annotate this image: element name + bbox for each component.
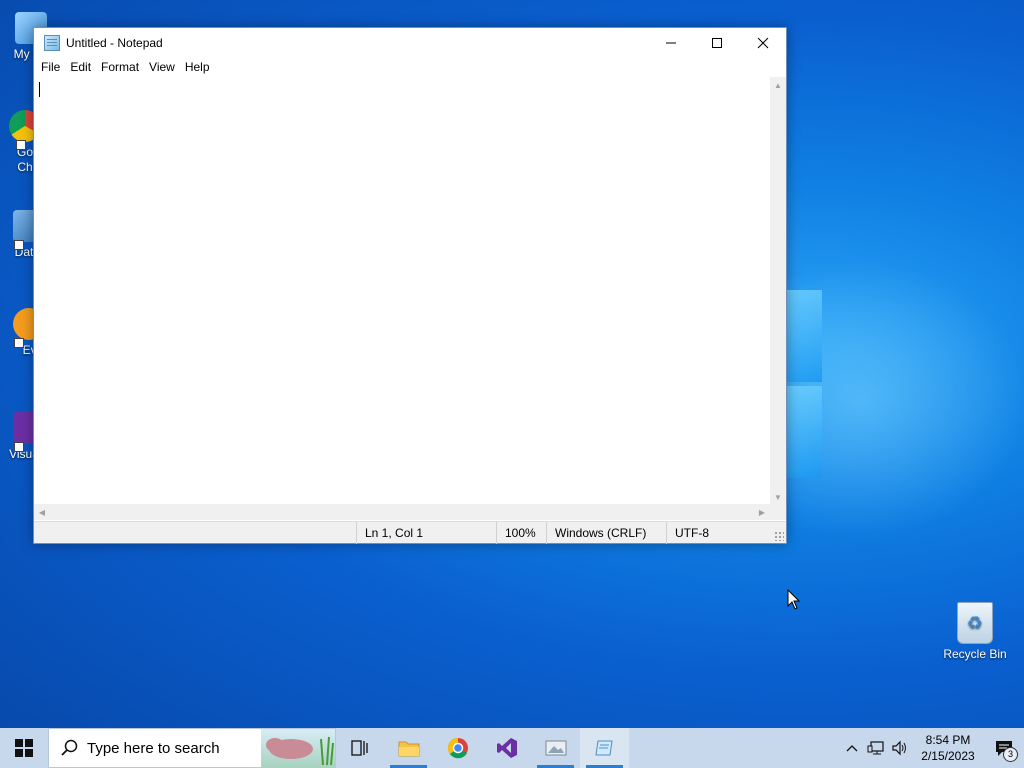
search-highlight-image	[261, 729, 335, 767]
show-hidden-icons-chevron-icon[interactable]	[840, 728, 864, 768]
start-button[interactable]	[0, 728, 48, 768]
resize-grip-icon[interactable]	[774, 531, 784, 541]
mouse-cursor-icon	[787, 589, 801, 610]
menu-edit[interactable]: Edit	[65, 57, 96, 77]
clock-date: 2/15/2023	[921, 749, 975, 763]
desktop-icon-label: Recycle Bin	[943, 647, 1007, 661]
search-placeholder: Type here to search	[87, 739, 220, 757]
close-button[interactable]	[740, 28, 786, 57]
maximize-icon	[712, 37, 722, 48]
clock-time: 8:54 PM	[925, 733, 971, 747]
windows-logo-pane	[786, 290, 822, 382]
scroll-left-icon[interactable]: ◀	[34, 504, 50, 520]
menu-view[interactable]: View	[144, 57, 180, 77]
desktop-icon-recycle-bin[interactable]: ♻ Recycle Bin	[940, 602, 1010, 661]
chrome-icon	[447, 738, 468, 759]
text-editor[interactable]	[34, 77, 770, 505]
taskbar-app-chrome[interactable]	[433, 728, 482, 768]
task-view-button[interactable]	[336, 728, 384, 768]
status-zoom: 100%	[496, 521, 546, 544]
taskbar-app-image-viewer[interactable]	[531, 728, 580, 768]
horizontal-scrollbar[interactable]: ◀ ▶	[34, 504, 770, 520]
notepad-window[interactable]: Untitled - Notepad File Edit Format View…	[33, 27, 787, 544]
editor-area: ▲ ▼ ◀ ▶	[34, 77, 786, 520]
scroll-up-icon[interactable]: ▲	[770, 77, 786, 93]
search-icon	[61, 739, 78, 756]
taskbar: Type here to search 8:54 PM 2/15/2023 3	[0, 728, 1024, 768]
taskbar-app-visual-studio[interactable]	[482, 728, 531, 768]
menu-help[interactable]: Help	[180, 57, 215, 77]
folder-icon	[398, 741, 419, 757]
scroll-down-icon[interactable]: ▼	[770, 489, 786, 505]
taskbar-clock[interactable]: 8:54 PM 2/15/2023	[912, 732, 984, 764]
shortcut-arrow-icon	[16, 140, 26, 150]
status-encoding: UTF-8	[666, 521, 784, 544]
status-position: Ln 1, Col 1	[356, 521, 496, 544]
windows-start-icon	[15, 739, 33, 757]
action-center-button[interactable]: 3	[984, 728, 1024, 768]
taskbar-search-box[interactable]: Type here to search	[48, 728, 336, 768]
menu-bar: File Edit Format View Help	[34, 57, 786, 77]
minimize-button[interactable]	[648, 28, 694, 57]
shortcut-arrow-icon	[14, 442, 24, 452]
windows-logo-pane	[786, 386, 822, 478]
image-viewer-icon	[545, 740, 566, 756]
taskbar-app-file-explorer[interactable]	[384, 728, 433, 768]
title-bar[interactable]: Untitled - Notepad	[34, 28, 786, 57]
status-bar: Ln 1, Col 1 100% Windows (CRLF) UTF-8	[34, 521, 786, 544]
network-monitor-icon	[867, 741, 884, 755]
volume-icon[interactable]	[888, 728, 912, 768]
network-icon[interactable]	[864, 728, 888, 768]
scrollbar-corner	[770, 504, 786, 520]
shortcut-arrow-icon	[14, 240, 24, 250]
hippo-icon	[266, 736, 334, 766]
notepad-icon	[594, 740, 613, 756]
maximize-button[interactable]	[694, 28, 740, 57]
chevron-up-icon	[846, 745, 858, 752]
vertical-scrollbar[interactable]: ▲ ▼	[770, 77, 786, 505]
menu-file[interactable]: File	[36, 57, 65, 77]
system-tray: 8:54 PM 2/15/2023 3	[840, 728, 1024, 768]
notification-count-badge: 3	[1003, 747, 1018, 762]
window-title: Untitled - Notepad	[66, 35, 163, 50]
task-view-icon	[351, 740, 368, 756]
scroll-right-icon[interactable]: ▶	[754, 504, 770, 520]
status-line-ending: Windows (CRLF)	[546, 521, 666, 544]
notepad-icon	[44, 34, 60, 51]
minimize-icon	[666, 42, 676, 43]
close-icon	[757, 37, 769, 48]
speaker-icon	[892, 740, 906, 756]
visual-studio-icon	[496, 738, 517, 758]
recycle-bin-icon: ♻	[957, 602, 993, 644]
menu-format[interactable]: Format	[96, 57, 144, 77]
taskbar-app-notepad[interactable]	[580, 728, 629, 768]
text-caret	[39, 82, 40, 97]
shortcut-arrow-icon	[14, 338, 24, 348]
